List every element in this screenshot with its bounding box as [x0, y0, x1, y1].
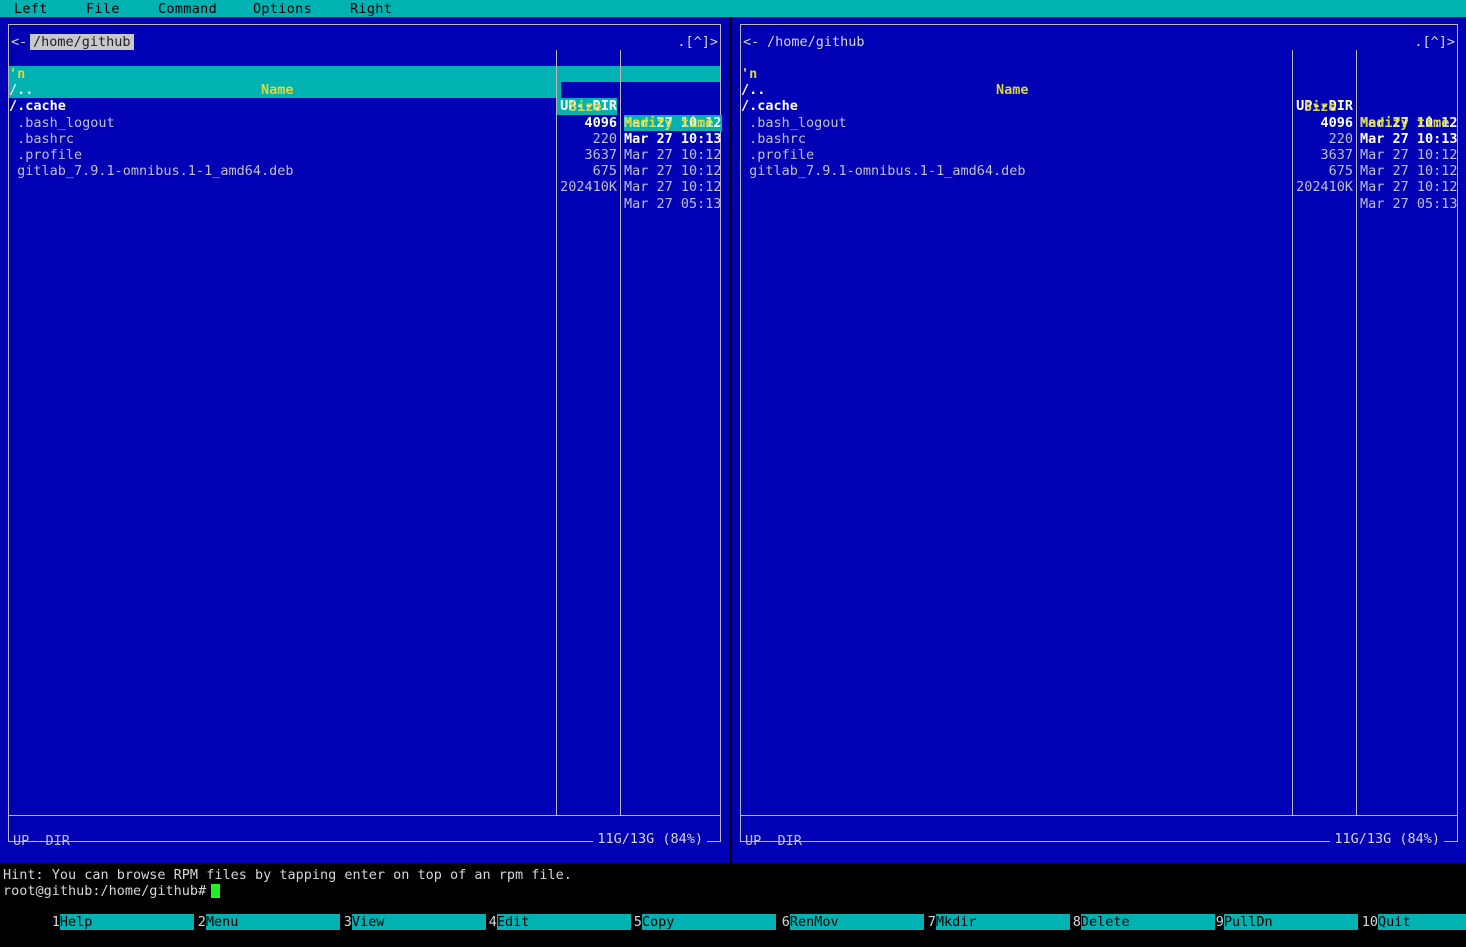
- right-panel-path[interactable]: /home/github: [764, 34, 868, 51]
- left-col-name[interactable]: Name: [261, 82, 294, 98]
- menu-bar[interactable]: Left File Command Options Right: [0, 0, 1466, 17]
- fkey-9-pulldn[interactable]: 9PullDn: [1167, 898, 1358, 931]
- table-row[interactable]: .profile 675 Mar 27 10:12: [9, 131, 721, 195]
- right-free-space: 11G/13G (84%): [1330, 830, 1444, 847]
- fkey-5-number: 5: [633, 914, 642, 931]
- table-row[interactable]: /.. UP--DIR Mar 27 10:12: [741, 66, 1458, 130]
- right-panel-top-right-caption[interactable]: .[^]>: [1412, 34, 1457, 51]
- fkey-4-number: 4: [488, 914, 497, 931]
- shell-prompt-text: root@github:/home/github#: [3, 883, 215, 899]
- left-sep-name-size: [556, 50, 557, 815]
- right-mini-status: UP--DIR: [745, 833, 802, 849]
- left-ministatus-divider: [9, 815, 720, 816]
- right-row5-name[interactable]: gitlab_7.9.1-omnibus.1-1_amd64.deb: [741, 163, 1297, 179]
- left-panel[interactable]: <- /home/github .[^]> 'n Name Size Modif…: [0, 17, 729, 863]
- right-sep-name-size: [1292, 50, 1293, 815]
- right-row5-time: Mar 27 05:13: [1360, 195, 1458, 212]
- fkey-2-number: 2: [197, 914, 206, 931]
- table-row[interactable]: gitlab_7.9.1-omnibus.1-1_amd64.deb 20241…: [9, 147, 721, 211]
- menu-item-file[interactable]: File: [86, 1, 120, 17]
- mc-screen: Left File Command Options Right <- /home…: [0, 0, 1466, 931]
- left-row4-time: Mar 27 10:12: [624, 179, 722, 196]
- right-panel-column-headers[interactable]: 'n Name Size Modify time: [741, 50, 1457, 131]
- left-row5-name[interactable]: gitlab_7.9.1-omnibus.1-1_amd64.deb: [9, 163, 561, 179]
- fkey-6-number: 6: [781, 914, 790, 931]
- table-row[interactable]: /.. UP--DIR Mar 27 10:12: [9, 66, 722, 131]
- right-col-size[interactable]: Size: [1304, 99, 1337, 115]
- fkey-7-mkdir[interactable]: 7Mkdir: [879, 898, 1070, 931]
- function-key-bar[interactable]: 1Help 2Menu 3View 4Edit 5Copy 6RenMov 7M…: [0, 898, 1466, 931]
- shell-prompt-line[interactable]: root@github:/home/github#: [0, 882, 1466, 899]
- right-col-time[interactable]: Modify time: [1360, 115, 1449, 131]
- table-row[interactable]: /.cache 4096 Mar 27 10:13: [741, 82, 1458, 146]
- hint-text: Hint: You can browse RPM files by tappin…: [3, 867, 572, 883]
- table-row[interactable]: .bash_logout 220 Mar 27 10:12: [741, 98, 1457, 163]
- table-row[interactable]: .bashrc 3637 Mar 27 10:12: [9, 115, 721, 179]
- right-sep-size-time: [1356, 50, 1357, 815]
- right-row4-time: Mar 27 10:12: [1360, 179, 1458, 196]
- fkey-2-menu[interactable]: 2Menu: [149, 898, 340, 931]
- left-file-list[interactable]: /.. UP--DIR Mar 27 10:12 /.cache 4096 Ma…: [9, 66, 722, 212]
- fkey-7-number: 7: [927, 914, 936, 931]
- left-row4-size: 675: [592, 163, 617, 180]
- menu-item-left[interactable]: Left: [14, 1, 48, 17]
- menu-item-right[interactable]: Right: [350, 1, 392, 17]
- right-col-name[interactable]: Name: [996, 82, 1029, 98]
- right-panel-back-arrow[interactable]: <-: [741, 34, 762, 51]
- right-ministatus-divider: [741, 815, 1457, 816]
- fkey-1-help[interactable]: 1Help: [3, 898, 194, 931]
- menu-item-options[interactable]: Options: [253, 1, 312, 17]
- left-mini-status: UP--DIR: [13, 833, 70, 849]
- fkey-10-label[interactable]: Quit: [1378, 914, 1466, 931]
- table-row[interactable]: .bashrc 3637 Mar 27 10:12: [741, 115, 1457, 179]
- fkey-10-quit[interactable]: 10Quit: [1313, 898, 1466, 931]
- left-panel-path[interactable]: /home/github: [30, 34, 134, 51]
- right-row3-time: Mar 27 10:12: [1360, 163, 1458, 180]
- left-panel-column-headers[interactable]: 'n Name Size Modify time: [9, 50, 720, 131]
- right-row4-size: 675: [1328, 163, 1353, 180]
- table-row[interactable]: gitlab_7.9.1-omnibus.1-1_amd64.deb 20241…: [741, 147, 1457, 211]
- left-panel-top-right-caption[interactable]: .[^]>: [675, 34, 720, 51]
- right-panel[interactable]: <- /home/github .[^]> 'n Name Size Modif…: [732, 17, 1466, 863]
- menu-item-command[interactable]: Command: [158, 1, 217, 17]
- fkey-9-number: 9: [1215, 914, 1224, 931]
- table-row[interactable]: /.cache 4096 Mar 27 10:13: [9, 82, 722, 146]
- right-sort-indicator[interactable]: 'n: [741, 66, 757, 82]
- left-row5-size: 202410K: [560, 179, 617, 196]
- fkey-6-renmov[interactable]: 6RenMov: [733, 898, 924, 931]
- hint-line: Hint: You can browse RPM files by tappin…: [0, 866, 1466, 883]
- left-row5-time: Mar 27 05:13: [624, 195, 722, 212]
- table-row[interactable]: .bash_logout 220 Mar 27 10:12: [9, 98, 721, 163]
- left-panel-back-arrow[interactable]: <-: [9, 34, 30, 51]
- left-sort-indicator[interactable]: 'n: [9, 66, 25, 82]
- left-sep-size-time: [620, 50, 621, 815]
- fkey-1-number: 1: [51, 914, 60, 931]
- fkey-10-number: 10: [1361, 914, 1379, 931]
- left-col-time[interactable]: Modify time: [624, 115, 713, 131]
- right-row5-size: 202410K: [1296, 179, 1353, 196]
- fkey-3-view[interactable]: 3View: [295, 898, 486, 931]
- left-col-size[interactable]: Size: [569, 99, 602, 115]
- left-free-space: 11G/13G (84%): [593, 830, 707, 847]
- left-row3-time: Mar 27 10:12: [624, 163, 722, 180]
- fkey-8-delete[interactable]: 8Delete: [1024, 898, 1215, 931]
- table-row[interactable]: .profile 675 Mar 27 10:12: [741, 131, 1457, 195]
- fkey-3-number: 3: [343, 914, 352, 931]
- right-file-list[interactable]: /.. UP--DIR Mar 27 10:12 /.cache 4096 Ma…: [741, 66, 1458, 211]
- text-cursor: [211, 884, 220, 898]
- fkey-8-number: 8: [1072, 914, 1081, 931]
- fkey-4-edit[interactable]: 4Edit: [440, 898, 631, 931]
- fkey-5-copy[interactable]: 5Copy: [585, 898, 776, 931]
